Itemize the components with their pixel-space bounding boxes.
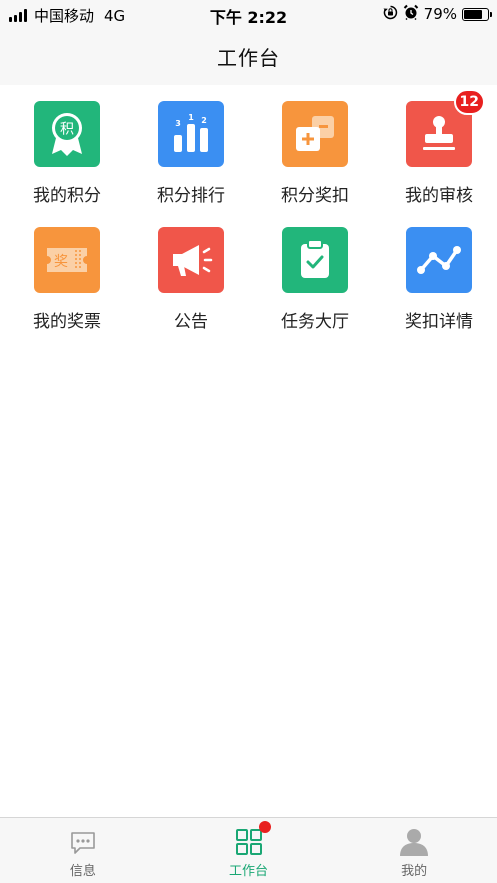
grid-item-label: 我的积分 [33, 186, 101, 206]
ticket-icon: 奖 [47, 248, 87, 272]
status-bar: 中国移动 4G 下午 2:22 79% [0, 0, 497, 28]
svg-text:3: 3 [175, 119, 181, 128]
grid-item-my-review[interactable]: 12 我的审核 [377, 85, 497, 211]
grid-item-my-tickets[interactable]: 奖 我的奖票 [5, 211, 129, 337]
points-badge-icon: 积 [52, 113, 82, 156]
grid-item-label: 公告 [174, 312, 208, 332]
signal-icon [9, 9, 27, 22]
stamp-icon [423, 116, 455, 150]
line-trend-icon [417, 246, 461, 274]
tab-label: 工作台 [229, 864, 269, 879]
plus-minus-cards-icon [296, 116, 334, 151]
grid-item-label: 我的奖票 [33, 312, 101, 332]
status-time: 下午 2:22 [209, 8, 288, 27]
tile-announcement [158, 227, 224, 293]
grid-item-reward-detail[interactable]: 奖扣详情 [377, 211, 497, 337]
grid-item-label: 积分排行 [157, 186, 225, 206]
status-right: 79% [383, 4, 492, 24]
message-bubble-icon [69, 827, 97, 856]
grid-squares-icon [235, 821, 271, 856]
battery-percent: 79% [423, 5, 457, 23]
workbench-grid: 积 我的积分 3 1 2 积分排行 积分奖扣 12 我的审核 奖 我的奖票 公告… [0, 85, 497, 337]
grid-item-points-reward-deduct[interactable]: 积分奖扣 [253, 85, 377, 211]
alarm-icon [403, 4, 419, 24]
grid-item-label: 奖扣详情 [405, 312, 473, 332]
grid-item-announcement[interactable]: 公告 [129, 211, 253, 337]
page-title: 工作台 [217, 46, 280, 70]
battery-fill [464, 9, 483, 19]
nav-bar: 工作台 [0, 28, 497, 85]
tab-workbench[interactable]: 工作台 [166, 818, 332, 883]
tile-my-points: 积 [34, 101, 100, 167]
network-type: 4G [104, 6, 126, 25]
tile-my-tickets: 奖 [34, 227, 100, 293]
tile-points-ranking: 3 1 2 [158, 101, 224, 167]
grid-item-label: 我的审核 [405, 186, 473, 206]
tile-task-hall [282, 227, 348, 293]
tile-reward-detail [406, 227, 472, 293]
tab-mine[interactable]: 我的 [331, 818, 497, 883]
user-avatar-icon [399, 827, 429, 856]
tab-label: 我的 [401, 864, 428, 879]
tab-bar: 信息 工作台 我的 [0, 817, 497, 883]
ticket-glyph: 奖 [54, 253, 68, 270]
rotation-lock-icon [383, 5, 398, 24]
grid-item-label: 任务大厅 [281, 312, 349, 332]
battery-icon [462, 7, 492, 21]
clipboard-check-icon [301, 239, 329, 278]
points-glyph: 积 [60, 122, 74, 138]
status-left: 中国移动 4G [9, 5, 125, 26]
notification-dot [258, 821, 271, 833]
tile-my-review: 12 [406, 89, 485, 167]
review-count-badge: 12 [453, 89, 485, 115]
app-screen: 中国移动 4G 下午 2:22 79% 工作台 积 我的积分 3 1 2 积分排… [0, 0, 497, 883]
ranking-podium-icon: 3 1 2 [174, 113, 208, 152]
svg-text:1: 1 [188, 113, 194, 122]
grid-item-my-points[interactable]: 积 我的积分 [5, 85, 129, 211]
megaphone-icon [173, 245, 213, 276]
carrier-name: 中国移动 [34, 7, 95, 25]
grid-item-task-hall[interactable]: 任务大厅 [253, 211, 377, 337]
tab-label: 信息 [69, 864, 96, 879]
grid-item-label: 积分奖扣 [281, 186, 349, 206]
tile-points-reward-deduct [282, 101, 348, 167]
svg-text:2: 2 [201, 116, 207, 125]
tab-messages[interactable]: 信息 [0, 818, 166, 883]
grid-item-points-ranking[interactable]: 3 1 2 积分排行 [129, 85, 253, 211]
